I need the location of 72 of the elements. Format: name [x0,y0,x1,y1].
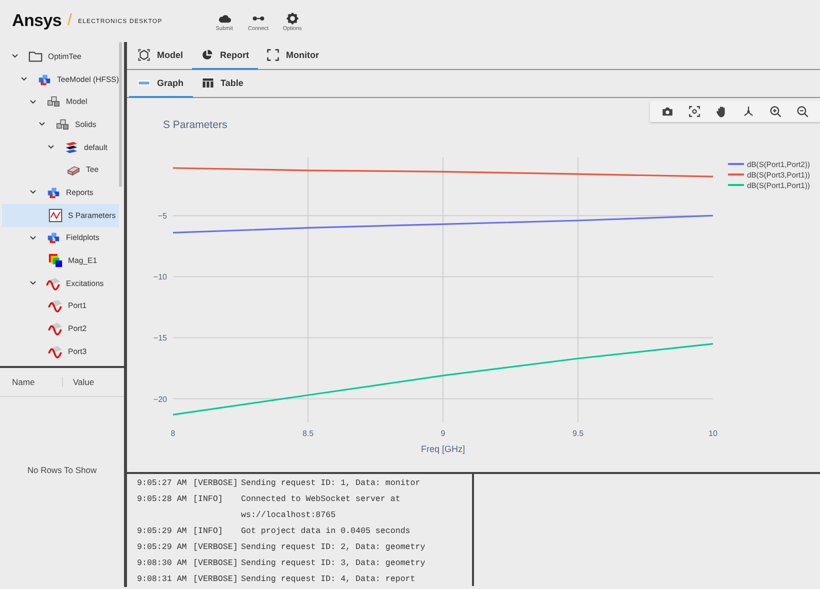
x-tick-label: 10 [708,429,718,438]
x-tick-label: 9.5 [572,429,584,438]
zoom-out-icon[interactable] [796,105,809,118]
chevron-icon[interactable] [29,188,37,196]
logo-divider: / [68,12,72,30]
autoscale-icon[interactable] [688,105,701,118]
log-level: [VERBOSE] [193,542,239,554]
scrollbar-thumb[interactable] [118,42,122,187]
log-level: [VERBOSE] [193,558,239,570]
graph-icon [138,77,150,89]
log-level: [VERBOSE] [193,478,239,490]
frame-icon [267,49,279,61]
cubes-icon [46,94,61,110]
brand-logo: Ansys [12,11,62,31]
tab[interactable]: Report [192,42,258,70]
log-level: [INFO] [193,494,224,506]
empty-message: No Rows To Show [27,464,97,474]
y-tick-label: −15 [153,334,167,343]
axes-icon[interactable] [742,105,755,118]
log-timestamp: 9:05:27 AM [137,478,188,490]
log-timestamp: 9:08:31 AM [137,574,188,586]
settings-icon [286,12,299,25]
wave-icon [46,276,61,291]
table-icon [202,77,214,89]
log-message: Got project data in 0.0405 seconds [241,526,412,538]
hand-icon[interactable] [715,105,728,118]
log-message: Sending request ID: 3, Data: geometry [241,558,426,570]
column-header[interactable]: Name [12,377,62,387]
wave-icon [48,298,63,314]
cloud-icon [218,12,231,25]
x-tick-label: 9 [440,429,446,438]
chart-icon [48,208,63,223]
y-tick-label: −5 [158,212,167,221]
chevron-icon[interactable] [47,143,55,152]
log-timestamp: 9:08:30 AM [137,558,188,570]
subtab[interactable]: Table [192,70,252,98]
log-message: Connected to WebSocket server at ws://localhost:8765 [241,494,402,522]
folder-icon [28,48,43,64]
wave-icon [48,321,63,336]
chevron-icon[interactable] [38,120,46,128]
chevron-icon[interactable] [20,75,28,84]
log-message: Sending request ID: 4, Data: report [241,574,416,586]
log-level: [INFO] [193,526,224,538]
x-tick-label: 8.5 [302,429,314,438]
log-level: [VERBOSE] [193,574,239,586]
log-timestamp: 9:05:29 AM [137,526,188,538]
chart-title: S Parameters [163,119,228,131]
x-axis-title: Freq [GHz] [421,444,465,454]
log-message: Sending request ID: 2, Data: geometry [241,542,426,554]
y-tick-label: −10 [153,272,167,282]
x-tick-label: 8 [170,429,176,438]
y-tick-label: −20 [153,394,167,404]
chevron-icon[interactable] [11,52,19,60]
log-timestamp: 9:05:28 AM [137,494,188,506]
layers-icon [64,140,79,155]
subtab[interactable]: Graph [129,70,193,98]
cube-icon [138,49,150,61]
cubes-icon [55,116,70,132]
log-message: Sending request ID: 1, Data: monitor [241,478,422,490]
squares-icon [48,253,63,268]
cubes-icon [46,230,61,246]
wave-icon [48,344,63,359]
pie-chart-icon [201,49,213,61]
chevron-icon[interactable] [29,279,37,288]
camera-icon[interactable] [661,105,674,118]
tab[interactable]: Model [129,42,192,70]
chevron-icon[interactable] [29,234,37,242]
log-timestamp: 9:05:29 AM [137,542,188,554]
chevron-icon[interactable] [29,98,37,106]
column-header[interactable]: Value [62,377,123,387]
zoom-in-icon[interactable] [769,105,782,118]
tab[interactable]: Monitor [258,42,328,70]
